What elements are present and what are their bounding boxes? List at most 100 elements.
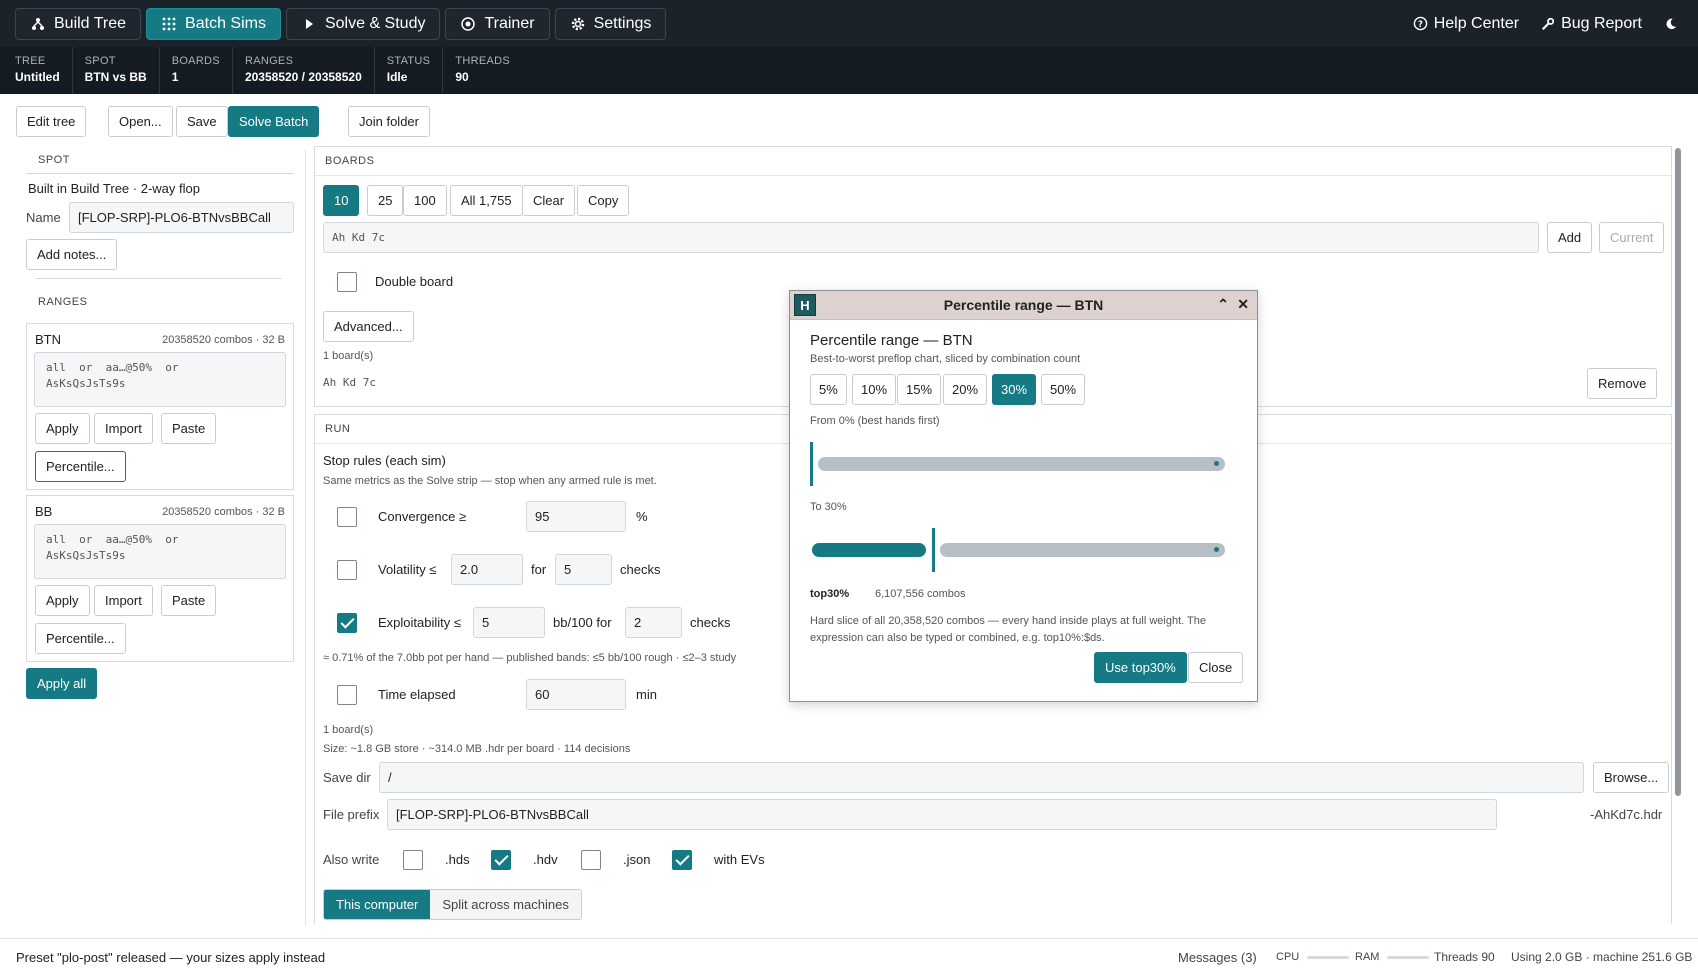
remove-board-button[interactable]: Remove (1587, 368, 1658, 399)
range-info: 20358520 combos · 32 B (162, 334, 285, 346)
theme-toggle[interactable] (1664, 17, 1678, 31)
preset-50-button[interactable]: 50% (1041, 374, 1086, 405)
range-expression-input[interactable]: all or aa…@50% or AsKsQsJsTs9s (34, 352, 286, 407)
tab-batch-sims[interactable]: Batch Sims (146, 7, 281, 40)
slider-fill (812, 543, 926, 557)
with-evs-checkbox[interactable] (672, 850, 692, 870)
help-center-link[interactable]: ? Help Center (1413, 15, 1519, 33)
tree-icon (32, 17, 44, 30)
hds-checkbox[interactable] (403, 850, 423, 870)
tab-build-tree[interactable]: Build Tree (15, 7, 142, 40)
range-name: BB (35, 504, 53, 519)
preset-30-button[interactable]: 30% (992, 374, 1037, 405)
add-notes-button[interactable]: Add notes... (26, 239, 118, 270)
split-machines-option[interactable]: Split across machines (430, 890, 581, 919)
close-icon[interactable]: ✕ (1237, 296, 1249, 313)
volatility-checkbox[interactable] (337, 560, 357, 580)
main-scrollbar[interactable] (1675, 148, 1681, 796)
tab-label: Solve & Study (324, 14, 426, 32)
messages-link[interactable]: Messages (3) (1178, 950, 1257, 965)
clear-button[interactable]: Clear (522, 185, 576, 216)
status-boards: BOARDS 1 (158, 47, 232, 94)
status-threads: THREADS 90 (442, 47, 522, 94)
slider-handle[interactable] (932, 528, 935, 572)
preset-all-button[interactable]: All 1,755 (450, 185, 523, 216)
save-button[interactable]: Save (176, 106, 228, 137)
preset-15-button[interactable]: 15% (897, 374, 942, 405)
join-folder-button[interactable]: Join folder (348, 106, 430, 137)
exploitability-note: ≈ 0.71% of the 7.0bb pot per hand — publ… (323, 652, 737, 664)
percentile-button[interactable]: Percentile... (35, 451, 126, 482)
paste-button[interactable]: Paste (161, 585, 217, 616)
save-dir-input[interactable]: / (379, 762, 1584, 793)
bug-report-link[interactable]: Bug Report (1541, 15, 1642, 33)
percentile-button[interactable]: Percentile... (35, 623, 126, 654)
tab-label: Build Tree (54, 14, 127, 32)
open-button[interactable]: Open... (108, 106, 173, 137)
tab-trainer[interactable]: Trainer (445, 7, 550, 40)
close-button[interactable]: Close (1188, 652, 1244, 683)
board-input[interactable]: Ah Kd 7c (323, 222, 1539, 253)
this-computer-option[interactable]: This computer (324, 890, 431, 919)
time-elapsed-unit: min (636, 687, 657, 702)
hdv-checkbox[interactable] (491, 850, 511, 870)
boards-header: BOARDS (315, 147, 1671, 176)
json-label: .json (623, 852, 651, 867)
tab-settings[interactable]: Settings (554, 7, 667, 40)
paste-button[interactable]: Paste (161, 413, 217, 444)
wrench-icon (1542, 17, 1555, 30)
copy-button[interactable]: Copy (577, 185, 630, 216)
volatility-input[interactable]: 2.0 (451, 554, 523, 585)
import-button[interactable]: Import (94, 413, 153, 444)
advanced-button[interactable]: Advanced... (323, 311, 414, 342)
preset-10-button[interactable]: 10% (852, 374, 897, 405)
exploitability-label: Exploitability ≤ (378, 615, 462, 630)
volatility-checks-input[interactable]: 5 (555, 554, 612, 585)
file-prefix-input[interactable]: [FLOP-SRP]-PLO6-BTNvsBBCall (387, 799, 1497, 830)
convergence-input[interactable]: 95 (526, 501, 626, 532)
collapse-icon[interactable]: ⌃ (1217, 296, 1229, 313)
preset-20-button[interactable]: 20% (943, 374, 988, 405)
solve-batch-button[interactable]: Solve Batch (228, 106, 320, 137)
tab-label: Batch Sims (185, 14, 266, 32)
time-elapsed-checkbox[interactable] (337, 685, 357, 705)
import-button[interactable]: Import (94, 585, 153, 616)
json-checkbox[interactable] (581, 850, 601, 870)
apply-button[interactable]: Apply (35, 585, 90, 616)
use-button[interactable]: Use top30% (1094, 652, 1187, 683)
preset-10-button[interactable]: 10 (323, 185, 360, 216)
tab-solve-study[interactable]: Solve & Study (285, 7, 441, 40)
double-board-checkbox[interactable] (337, 272, 357, 292)
name-input[interactable]: [FLOP-SRP]-PLO6-BTNvsBBCall (69, 202, 294, 233)
from-slider[interactable] (810, 442, 1225, 486)
dialog-titlebar: H Percentile range — BTN ⌃ ✕ (790, 291, 1257, 320)
tab-label: Settings (593, 14, 652, 32)
exploitability-checkbox[interactable] (337, 613, 357, 633)
browse-button[interactable]: Browse... (1593, 762, 1670, 793)
run-mode-toggle: This computer Split across machines (323, 889, 582, 920)
ranges-header: RANGES (38, 296, 88, 308)
edit-tree-button[interactable]: Edit tree (16, 106, 87, 137)
double-board-label: Double board (375, 274, 454, 289)
from-label: From 0% (best hands first) (810, 415, 940, 427)
preset-5-button[interactable]: 5% (810, 374, 847, 405)
tab-label: Trainer (484, 14, 535, 32)
dialog-title: Percentile range — BTN (810, 332, 973, 349)
exploitability-input[interactable]: 5 (473, 607, 545, 638)
footer-message: Preset "plo-post" released — your sizes … (16, 950, 326, 965)
help-icon: ? (1413, 16, 1427, 31)
time-elapsed-input[interactable]: 60 (526, 679, 626, 710)
current-board-button[interactable]: Current (1599, 222, 1665, 253)
add-board-button[interactable]: Add (1547, 222, 1593, 253)
preset-100-button[interactable]: 100 (403, 185, 447, 216)
hdv-label: .hdv (533, 852, 558, 867)
exploitability-checks-input[interactable]: 2 (625, 607, 682, 638)
slider-handle[interactable] (810, 442, 813, 486)
apply-button[interactable]: Apply (35, 413, 90, 444)
preset-25-button[interactable]: 25 (367, 185, 404, 216)
to-slider[interactable] (810, 528, 1225, 572)
range-expression-input[interactable]: all or aa…@50% or AsKsQsJsTs9s (34, 524, 286, 579)
with-evs-label: with EVs (714, 852, 765, 867)
apply-all-button[interactable]: Apply all (26, 668, 98, 699)
convergence-checkbox[interactable] (337, 507, 357, 527)
